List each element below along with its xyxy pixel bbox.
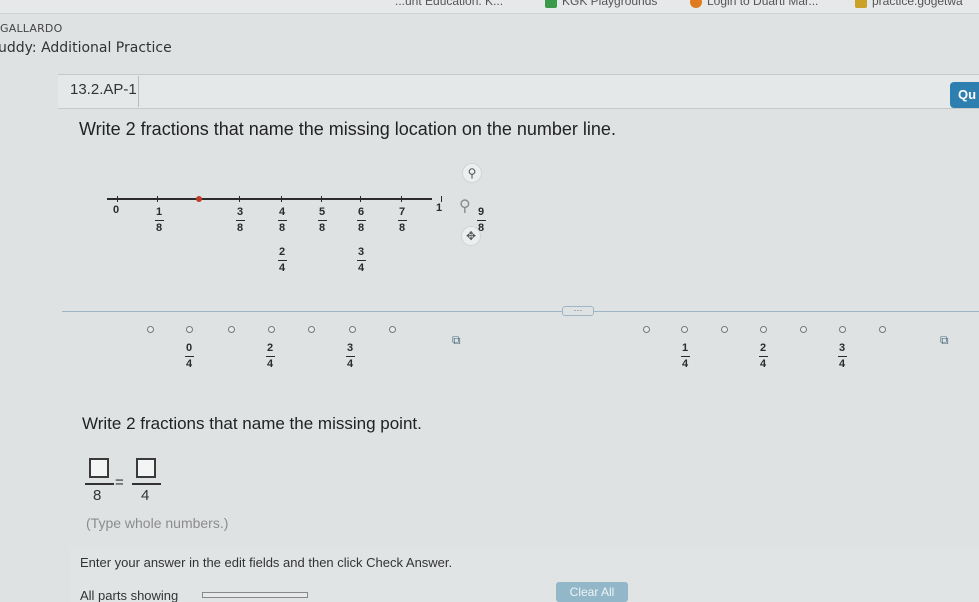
playground-icon <box>545 0 557 8</box>
choice-fraction: 34 <box>837 342 847 370</box>
breadcrumb: GALLARDO <box>0 22 63 35</box>
tick-mark <box>239 196 240 202</box>
choice-fraction: 34 <box>345 342 355 370</box>
radio-choice[interactable] <box>349 326 356 333</box>
radio-choice[interactable] <box>147 326 154 333</box>
fraction-label: 18 <box>154 206 164 234</box>
radio-choice[interactable] <box>839 326 846 333</box>
tick-mark <box>321 196 322 202</box>
fraction-label: 24 <box>277 246 287 274</box>
pane-divider <box>62 311 979 312</box>
question-bar <box>58 74 979 109</box>
parts-showing-label: All parts showing <box>80 588 179 602</box>
radio-choice[interactable] <box>186 326 193 333</box>
assignment-title: uddy: Additional Practice <box>0 40 172 56</box>
tick-mark <box>157 196 158 202</box>
radio-choice[interactable] <box>681 326 688 333</box>
numerator-input-2[interactable] <box>136 458 156 478</box>
expand-graph-icon[interactable]: ⧉ <box>940 333 949 348</box>
fraction-label: 34 <box>356 246 366 274</box>
bookmark-label: ...unt Education: K... <box>395 0 504 8</box>
bookmark-item[interactable]: Login to Duarti Mar... <box>690 0 818 8</box>
login-icon <box>690 0 702 8</box>
numerator-input-1[interactable] <box>89 458 109 478</box>
radio-choice[interactable] <box>879 326 886 333</box>
radio-choice[interactable] <box>643 326 650 333</box>
question-bar-divider <box>138 76 139 107</box>
fraction-bar <box>85 483 114 485</box>
equals-sign: = <box>115 474 124 491</box>
answer-instruction: Write 2 fractions that name the missing … <box>82 414 422 433</box>
choice-fraction: 24 <box>758 342 768 370</box>
bookmark-item[interactable]: KGK Playgrounds <box>545 0 657 8</box>
denominator-2: 4 <box>141 487 150 504</box>
choice-fraction: 14 <box>680 342 690 370</box>
bookmark-label: Login to Duarti Mar... <box>707 0 819 8</box>
bookmark-label: practice.gogetwa <box>872 0 963 8</box>
zoom-in-icon[interactable]: ⚲ <box>462 163 482 183</box>
bookmark-item[interactable]: ...unt Education: K... <box>395 0 503 8</box>
question-id: 13.2.AP-1 <box>70 81 137 98</box>
footer-instructions: Enter your answer in the edit fields and… <box>80 555 453 570</box>
bookmark-item[interactable]: practice.gogetwa <box>855 0 963 8</box>
input-hint: (Type whole numbers.) <box>86 515 229 531</box>
clear-all-button[interactable]: Clear All <box>556 582 628 602</box>
fraction-bar <box>132 483 161 485</box>
radio-choice[interactable] <box>760 326 767 333</box>
fraction-label: 58 <box>317 206 327 234</box>
radio-choice[interactable] <box>228 326 235 333</box>
fraction-label: 38 <box>235 206 245 234</box>
w-icon <box>855 0 867 8</box>
tick-mark <box>401 196 402 202</box>
number-line-figure: 0 1 18 38 48 58 68 78 24 34 98 <box>95 188 495 288</box>
radio-choice[interactable] <box>721 326 728 333</box>
missing-point-dot <box>196 196 202 202</box>
radio-choice[interactable] <box>308 326 315 333</box>
fraction-label: 68 <box>356 206 366 234</box>
move-icon[interactable]: ✥ <box>461 226 481 246</box>
bookmarks-bar: ...unt Education: K... KGK Playgrounds L… <box>0 0 979 14</box>
bookmark-label: KGK Playgrounds <box>562 0 658 8</box>
fraction-label: 48 <box>277 206 287 234</box>
question-prompt: Write 2 fractions that name the missing … <box>79 119 616 139</box>
tick-mark <box>360 196 361 202</box>
question-menu-button[interactable]: Qu <box>950 82 979 108</box>
radio-choice[interactable] <box>389 326 396 333</box>
tick-mark <box>117 196 118 202</box>
one-label: 1 <box>436 202 443 214</box>
radio-choice[interactable] <box>268 326 275 333</box>
progress-bar <box>202 592 308 598</box>
choice-fraction: 04 <box>184 342 194 370</box>
fraction-label: 78 <box>397 206 407 234</box>
resize-handle[interactable]: ··· <box>562 306 594 316</box>
tick-mark <box>281 196 282 202</box>
number-line-axis <box>107 198 432 200</box>
radio-choice[interactable] <box>800 326 807 333</box>
zoom-out-icon[interactable]: ⚲ <box>459 196 471 216</box>
zero-label: 0 <box>113 204 120 216</box>
choice-fraction: 24 <box>265 342 275 370</box>
expand-graph-icon[interactable]: ⧉ <box>452 333 461 348</box>
denominator-1: 8 <box>93 487 102 504</box>
